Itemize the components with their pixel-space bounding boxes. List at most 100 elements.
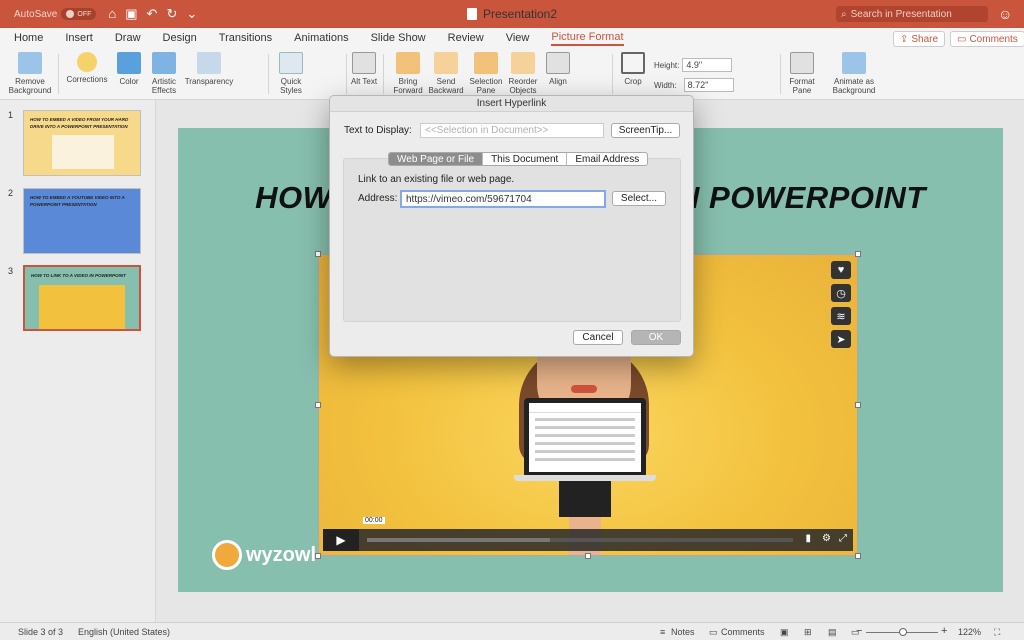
slide-thumbnails-panel: 1 HOW TO EMBED A VIDEO FROM YOUR HARD DR… bbox=[0, 100, 156, 622]
slide-thumbnail-video bbox=[39, 285, 125, 329]
remove-background-button[interactable]: Remove Background bbox=[8, 52, 52, 95]
artistic-effects-icon bbox=[152, 52, 176, 74]
notes-button[interactable]: Notes bbox=[671, 627, 695, 637]
slide-number: 2 bbox=[8, 188, 13, 198]
slide-count: Slide 3 of 3 bbox=[18, 627, 63, 637]
crop-button[interactable]: Crop bbox=[618, 52, 648, 86]
ribbon-separator bbox=[612, 54, 613, 94]
reorder-objects-button[interactable]: Reorder Objects bbox=[505, 52, 541, 95]
height-input[interactable]: 4.9" bbox=[682, 58, 732, 72]
layers-icon[interactable]: ≋ bbox=[831, 307, 851, 325]
resize-handle[interactable] bbox=[585, 553, 591, 559]
search-input[interactable]: Search in Presentation bbox=[851, 9, 952, 20]
send-backward-button[interactable]: Send Backward bbox=[427, 52, 465, 95]
resize-handle[interactable] bbox=[315, 251, 321, 257]
address-input[interactable]: https://vimeo.com/59671704 bbox=[400, 190, 606, 208]
autosave-label: AutoSave bbox=[14, 9, 57, 20]
autosave-toggle[interactable]: OFF bbox=[61, 8, 96, 20]
normal-view-icon[interactable]: ▣ bbox=[780, 627, 789, 638]
corrections-button[interactable]: Corrections bbox=[64, 52, 110, 84]
comments-button[interactable]: ▭Comments bbox=[950, 31, 1024, 47]
ribbon-separator bbox=[58, 54, 59, 94]
crop-icon bbox=[621, 52, 645, 74]
tab-email-address[interactable]: Email Address bbox=[567, 153, 647, 165]
zoom-slider-knob[interactable] bbox=[899, 628, 907, 636]
play-icon[interactable]: ▶ bbox=[323, 529, 359, 551]
comments-status-icon[interactable]: ▭ bbox=[709, 627, 718, 638]
volume-icon[interactable]: ▮ bbox=[805, 533, 811, 544]
zoom-level[interactable]: 122% bbox=[958, 627, 981, 637]
tab-web-page-or-file[interactable]: Web Page or File bbox=[389, 153, 483, 165]
selection-pane-button[interactable]: Selection Pane bbox=[466, 52, 506, 95]
send-icon[interactable]: ➤ bbox=[831, 330, 851, 348]
slide-thumbnail-3[interactable]: HOW TO LINK TO A VIDEO IN POWERPOINT bbox=[23, 265, 141, 331]
comment-icon: ▭ bbox=[957, 34, 966, 45]
tab-transitions[interactable]: Transitions bbox=[219, 32, 272, 44]
tab-home[interactable]: Home bbox=[14, 32, 43, 44]
character-skirt bbox=[559, 481, 611, 517]
heart-icon[interactable]: ♥ bbox=[831, 261, 851, 279]
tab-this-document[interactable]: This Document bbox=[483, 153, 567, 165]
format-pane-icon bbox=[790, 52, 814, 74]
quick-styles-button[interactable]: Quick Styles bbox=[274, 52, 308, 95]
link-description: Link to an existing file or web page. bbox=[358, 174, 514, 185]
tab-slide-show[interactable]: Slide Show bbox=[371, 32, 426, 44]
alt-text-button[interactable]: Alt Text bbox=[350, 52, 378, 86]
slide-thumbnail-2[interactable]: HOW TO EMBED A YOUTUBE VIDEO INTO A POWE… bbox=[23, 188, 141, 254]
resize-handle[interactable] bbox=[315, 402, 321, 408]
zoom-in-icon[interactable]: + bbox=[941, 625, 947, 637]
ribbon-separator bbox=[268, 54, 269, 94]
dialog-title: Insert Hyperlink bbox=[330, 96, 693, 112]
settings-gear-icon[interactable]: ⚙ bbox=[822, 533, 831, 544]
tab-picture-format[interactable]: Picture Format bbox=[551, 31, 623, 46]
fit-slide-icon[interactable]: ⛶ bbox=[994, 627, 1000, 638]
resize-handle[interactable] bbox=[855, 553, 861, 559]
tab-view[interactable]: View bbox=[506, 32, 530, 44]
tab-animations[interactable]: Animations bbox=[294, 32, 348, 44]
redo-icon[interactable]: ↻ bbox=[166, 6, 177, 22]
zoom-out-icon[interactable]: − bbox=[856, 625, 862, 637]
animate-as-background-button[interactable]: Animate as Background bbox=[828, 52, 880, 95]
undo-icon[interactable]: ↶ bbox=[147, 6, 158, 22]
transparency-icon bbox=[197, 52, 221, 74]
tab-review[interactable]: Review bbox=[448, 32, 484, 44]
video-progress-bar[interactable] bbox=[367, 538, 793, 542]
bring-forward-icon bbox=[396, 52, 420, 74]
width-input[interactable]: 8.72" bbox=[684, 78, 734, 92]
select-button[interactable]: Select... bbox=[612, 191, 666, 206]
transparency-button[interactable]: Transparency bbox=[183, 52, 235, 86]
tab-insert[interactable]: Insert bbox=[65, 32, 93, 44]
slide-thumbnail-placeholder bbox=[52, 135, 114, 169]
comments-status-button[interactable]: Comments bbox=[721, 627, 765, 637]
fullscreen-icon[interactable]: ⤢ bbox=[839, 533, 847, 544]
corrections-icon bbox=[77, 52, 97, 72]
slide-thumbnail-1[interactable]: HOW TO EMBED A VIDEO FROM YOUR HARD DRIV… bbox=[23, 110, 141, 176]
feedback-smiley-icon[interactable]: ☺ bbox=[998, 6, 1012, 22]
selection-pane-icon bbox=[474, 52, 498, 74]
resize-handle[interactable] bbox=[855, 402, 861, 408]
save-icon[interactable]: ▣ bbox=[125, 6, 137, 22]
cancel-button[interactable]: Cancel bbox=[573, 330, 623, 345]
notes-icon[interactable]: ≡ bbox=[660, 627, 665, 637]
resize-handle[interactable] bbox=[855, 251, 861, 257]
reading-view-icon[interactable]: ▤ bbox=[828, 627, 837, 638]
ok-button[interactable]: OK bbox=[631, 330, 681, 345]
search-box[interactable]: ⌕ Search in Presentation bbox=[836, 6, 988, 22]
screentip-button[interactable]: ScreenTip... bbox=[611, 123, 680, 138]
home-icon[interactable]: ⌂ bbox=[108, 6, 116, 22]
slide-sorter-icon[interactable]: ⊞ bbox=[804, 627, 812, 638]
bring-forward-button[interactable]: Bring Forward bbox=[389, 52, 427, 95]
artistic-effects-button[interactable]: Artistic Effects bbox=[146, 52, 182, 95]
tab-design[interactable]: Design bbox=[163, 32, 197, 44]
share-button[interactable]: ⇪Share bbox=[893, 31, 945, 47]
text-to-display-input[interactable]: <<Selection in Document>> bbox=[420, 123, 604, 138]
tab-draw[interactable]: Draw bbox=[115, 32, 141, 44]
language-indicator[interactable]: English (United States) bbox=[78, 627, 170, 637]
customize-toolbar-icon[interactable]: ⌄ bbox=[186, 6, 197, 22]
align-button[interactable]: Align bbox=[541, 52, 575, 86]
clock-icon[interactable]: ◷ bbox=[831, 284, 851, 302]
autosave[interactable]: AutoSave OFF bbox=[14, 8, 96, 20]
format-pane-button[interactable]: Format Pane bbox=[786, 52, 818, 95]
address-label: Address: bbox=[358, 193, 397, 204]
color-button[interactable]: Color bbox=[112, 52, 146, 86]
